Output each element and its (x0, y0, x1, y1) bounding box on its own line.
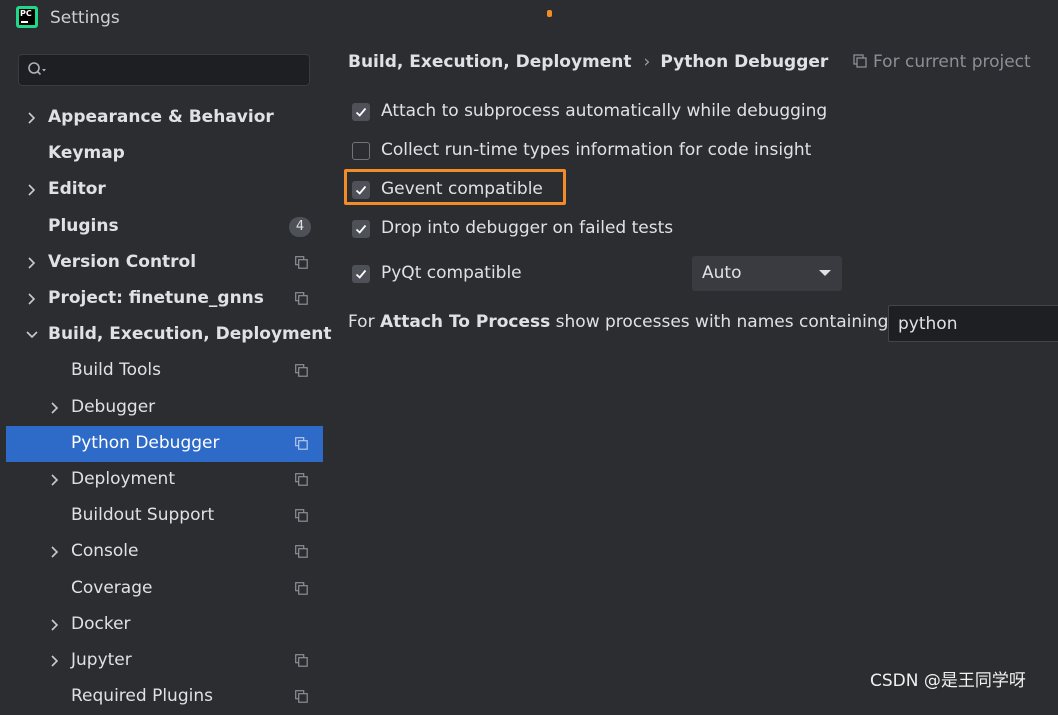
breadcrumb: Build, Execution, Deployment › Python Debu… (348, 52, 828, 72)
project-scope-icon (295, 292, 308, 305)
sidebar-item[interactable]: Version Control (6, 245, 323, 281)
chevron-right-icon[interactable] (26, 290, 38, 308)
attach-prefix: For (348, 312, 375, 332)
sidebar-item-label: Required Plugins (71, 686, 213, 707)
watermark: CSDN @是王同学呀 (870, 671, 1026, 691)
sidebar-item[interactable]: Plugins 4 (6, 209, 323, 245)
option-label: Attach to subprocess automatically while… (381, 101, 828, 121)
chevron-right-icon[interactable] (49, 616, 61, 634)
option-label: PyQt compatible (381, 263, 522, 283)
scope-label: For current project (853, 52, 1031, 72)
project-scope-icon (295, 545, 308, 559)
option-label: Collect run-time types information for c… (381, 140, 812, 160)
window-title: Settings (50, 8, 120, 28)
pycharm-logo-icon: PC (16, 6, 38, 28)
search-icon (28, 62, 46, 76)
chevron-right-icon[interactable] (26, 254, 38, 272)
sidebar-item-label: Jupyter (71, 650, 132, 670)
option-label: Drop into debugger on failed tests (381, 218, 674, 238)
sidebar-item-label: Editor (48, 179, 106, 200)
sidebar-item-label: Deployment (71, 469, 175, 489)
chevron-right-icon[interactable] (49, 652, 61, 670)
sidebar-item-label: Version Control (48, 251, 197, 272)
title-bar: PC Settings (0, 0, 1058, 40)
checkmark-icon (355, 269, 367, 279)
pyqt-mode-select[interactable]: Auto (692, 256, 842, 291)
sidebar-item-label: Docker (71, 613, 131, 634)
process-name-input[interactable] (889, 306, 1058, 341)
sidebar-item-label: Buildout Support (71, 505, 215, 526)
sidebar-item[interactable]: Console (6, 534, 323, 570)
project-scope-icon (295, 690, 308, 703)
scope-label-text: For current project (873, 52, 1031, 72)
sidebar-item[interactable]: Docker (6, 607, 323, 643)
sidebar-item-label: Build, Execution, Deployment (48, 324, 332, 345)
sidebar-item[interactable]: Required Plugins (6, 679, 323, 715)
checkmark-icon (355, 107, 367, 117)
app-icon-text: PC (19, 9, 35, 25)
sidebar-item-label: Python Debugger (71, 432, 220, 453)
project-scope-icon (295, 581, 308, 595)
project-scope-icon (295, 473, 308, 486)
sidebar-item[interactable]: Build Tools (6, 353, 323, 389)
chevron-right-icon[interactable] (49, 471, 61, 489)
sidebar-item-label: Appearance & Behavior (48, 107, 274, 127)
project-scope-icon (295, 436, 308, 450)
sidebar-item[interactable]: Build, Execution, Deployment (6, 317, 332, 353)
attach-bold: Attach To Process (379, 312, 551, 332)
sidebar-item-label: Keymap (48, 143, 125, 164)
chevron-right-icon[interactable] (49, 399, 61, 417)
checkbox[interactable] (352, 220, 370, 238)
sidebar-item[interactable]: Keymap (6, 136, 323, 172)
sidebar-item[interactable]: Appearance & Behavior (6, 100, 323, 136)
sidebar-item-label: Plugins (48, 215, 119, 236)
checkbox[interactable] (352, 265, 370, 283)
sidebar-item[interactable]: Editor (6, 172, 323, 208)
project-scope-icon (295, 509, 308, 522)
breadcrumb-parent[interactable]: Build, Execution, Deployment (348, 52, 632, 72)
chevron-right-icon[interactable] (26, 109, 38, 127)
project-scope-icon (853, 54, 867, 68)
plugins-count-badge: 4 (289, 216, 311, 237)
sidebar-item[interactable]: Jupyter (6, 643, 323, 679)
sidebar-item-label: Project: finetune_gnns (48, 288, 264, 308)
notification-dot-icon (547, 10, 552, 17)
sidebar-item[interactable]: Python Debugger (6, 425, 323, 462)
sidebar-item[interactable]: Buildout Support (6, 498, 323, 534)
sidebar-item[interactable]: Project: finetune_gnns (6, 281, 323, 317)
settings-search[interactable] (18, 54, 310, 86)
sidebar-item-label: Coverage (71, 577, 153, 598)
sidebar-item[interactable]: Debugger (6, 390, 323, 426)
project-scope-icon (295, 654, 308, 667)
sidebar-item[interactable]: Deployment (6, 462, 323, 498)
chevron-right-icon[interactable] (49, 543, 61, 561)
attach-to-process-label: For Attach To Process show processes wit… (348, 312, 894, 332)
checkbox[interactable] (352, 103, 370, 121)
checkbox[interactable] (352, 142, 370, 160)
chevron-down-icon[interactable] (26, 326, 38, 344)
process-name-field[interactable] (888, 305, 1058, 342)
settings-sidebar: Appearance & Behavior Keymap Editor Plugins… (0, 100, 332, 706)
sidebar-item[interactable]: Coverage (6, 571, 323, 607)
chevron-right-icon[interactable] (26, 181, 38, 199)
chevron-down-icon (819, 270, 831, 276)
project-scope-icon (295, 364, 308, 378)
sidebar-item-label: Console (71, 541, 139, 562)
pyqt-mode-value: Auto (702, 263, 742, 283)
project-scope-icon (295, 255, 308, 269)
highlight-annotation (344, 169, 566, 205)
sidebar-item-label: Debugger (71, 396, 156, 417)
attach-suffix: show processes with names containing: (555, 312, 895, 332)
sidebar-item-label: Build Tools (71, 360, 161, 381)
breadcrumb-current: Python Debugger (660, 52, 829, 72)
checkmark-icon (355, 224, 367, 234)
breadcrumb-separator: › (643, 52, 651, 72)
